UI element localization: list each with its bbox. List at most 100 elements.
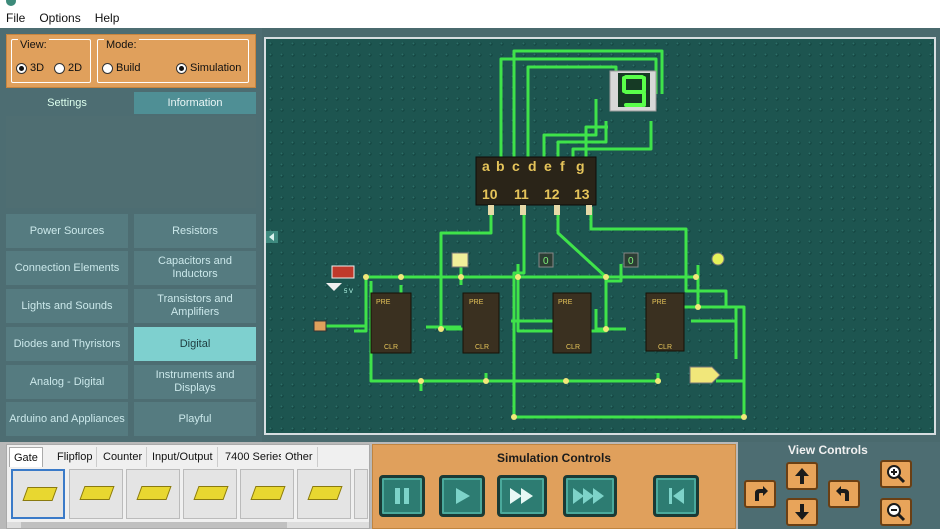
ff3-clr: CLR (566, 344, 580, 351)
pin-d: d (528, 158, 537, 174)
seven-segment-display[interactable]: 9 (609, 68, 657, 112)
part-gate-5[interactable] (240, 469, 294, 519)
category-instruments-displays[interactable]: Instruments and Displays (134, 365, 256, 399)
radio-dot[interactable] (16, 62, 27, 74)
play-button[interactable] (439, 475, 485, 517)
view-3d-radio[interactable]: 3D (16, 62, 44, 74)
radio-dot[interactable] (54, 62, 65, 74)
part-gate-6[interactable] (297, 469, 351, 519)
parts-tab-7400[interactable]: 7400 Series (221, 447, 289, 467)
probe-1-value: 0 (543, 256, 549, 267)
view-controls: View Controls (738, 442, 940, 529)
chip-icon (250, 486, 286, 500)
pin-a: a (482, 158, 490, 174)
rotate-left-button[interactable] (744, 480, 776, 508)
information-panel (6, 116, 256, 208)
title-bar (0, 0, 940, 8)
part-gate-7[interactable] (354, 469, 368, 519)
left-panel: View: 3D 2D Mode: Build Simulation Setti… (0, 28, 262, 442)
part-gate-4[interactable] (183, 469, 237, 519)
pin-g: g (576, 158, 585, 174)
chip-icon (193, 486, 229, 500)
category-resistors[interactable]: Resistors (134, 214, 256, 248)
reset-button[interactable] (653, 475, 699, 517)
rotate-right-button[interactable] (828, 480, 860, 508)
pause-button[interactable] (379, 475, 425, 517)
fast-forward-button[interactable] (497, 475, 547, 517)
radio-dot[interactable] (176, 62, 187, 74)
clock-input[interactable] (313, 320, 327, 332)
pin-10: 10 (482, 186, 498, 202)
menu-help[interactable]: Help (95, 11, 120, 25)
category-arduino-appliances[interactable]: Arduino and Appliances (6, 402, 128, 436)
parts-tab-counter[interactable]: Counter (99, 447, 148, 467)
parts-tab-other[interactable]: Other (281, 447, 318, 467)
flip-flop-3[interactable]: PRE CLR (552, 292, 592, 354)
radio-label: 3D (30, 62, 45, 74)
zoom-in-button[interactable] (880, 460, 912, 488)
arrow-down-icon (795, 504, 809, 520)
radio-label: 2D (68, 62, 83, 74)
source-label: 5 V (344, 289, 353, 295)
arrow-up-button[interactable] (786, 462, 818, 490)
flip-flop-2[interactable]: PRE CLR (462, 292, 500, 354)
rotate-right-icon (836, 486, 849, 501)
radio-dot[interactable] (102, 62, 113, 74)
category-lights-sounds[interactable]: Lights and Sounds (6, 289, 128, 323)
part-gate-1[interactable] (11, 469, 65, 519)
pin-11: 11 (514, 186, 529, 202)
parts-tab-gate[interactable]: Gate (9, 447, 43, 467)
category-connection-elements[interactable]: Connection Elements (6, 251, 128, 285)
parts-tab-flipflop[interactable]: Flipflop (53, 447, 98, 467)
view-2d-radio[interactable]: 2D (54, 62, 82, 74)
simulation-title: Simulation Controls (497, 451, 611, 465)
mode-build-radio[interactable]: Build (102, 62, 140, 74)
category-playful[interactable]: Playful (134, 402, 256, 436)
ff2-pre: PRE (469, 299, 484, 306)
ff3-pre: PRE (558, 299, 573, 306)
led-lit[interactable] (451, 252, 469, 268)
rotate-left-icon (755, 486, 768, 501)
zoom-in-icon (887, 465, 906, 484)
led-yellow[interactable] (711, 252, 725, 266)
bottom-bar: Gate Flipflop Counter Input/Output 7400 … (0, 442, 940, 529)
view-mode-box: View: 3D 2D Mode: Build Simulation (6, 34, 256, 88)
arrow-down-button[interactable] (786, 498, 818, 526)
flip-flop-4[interactable]: PRE CLR (645, 292, 685, 352)
tab-information[interactable]: Information (134, 92, 256, 114)
part-gate-2[interactable] (69, 469, 123, 519)
parts-tab-input-output[interactable]: Input/Output (148, 447, 218, 467)
category-transistors-amplifiers[interactable]: Transistors and Amplifiers (134, 289, 256, 323)
chip-icon (22, 487, 58, 501)
flip-flop-1[interactable]: PRE CLR (370, 292, 412, 354)
zoom-out-icon (887, 503, 906, 522)
category-power-sources[interactable]: Power Sources (6, 214, 128, 248)
circuit-canvas[interactable]: 9 a b c d e f g 10 11 12 13 (264, 37, 936, 435)
pin-c: c (512, 158, 520, 174)
pause-icon (395, 488, 409, 504)
category-capacitors-inductors[interactable]: Capacitors and Inductors (134, 251, 256, 285)
fastest-forward-icon (573, 488, 604, 504)
pin-f: f (560, 158, 565, 174)
category-diodes-thyristors[interactable]: Diodes and Thyristors (6, 327, 128, 361)
radio-label: Simulation (190, 62, 242, 74)
menu-options[interactable]: Options (39, 11, 80, 25)
arrow-up-icon (795, 468, 809, 484)
probe-2-value: 0 (628, 256, 634, 267)
parts-scrollbar[interactable] (7, 522, 369, 528)
pin-13: 13 (574, 186, 590, 202)
fastest-forward-button[interactable] (563, 475, 617, 517)
scroll-thumb[interactable] (21, 522, 287, 528)
part-gate-3[interactable] (126, 469, 180, 519)
zoom-out-button[interactable] (880, 498, 912, 526)
mode-simulation-radio[interactable]: Simulation (176, 62, 241, 74)
category-analog-digital[interactable]: Analog - Digital (6, 365, 128, 399)
ff4-pre: PRE (652, 299, 667, 306)
reset-icon (669, 488, 684, 504)
ff4-clr: CLR (658, 344, 672, 351)
menu-file[interactable]: File (6, 11, 25, 25)
category-digital[interactable]: Digital (134, 327, 256, 361)
chip-icon (136, 486, 172, 500)
collapse-arrow-icon[interactable] (266, 231, 278, 243)
tab-settings[interactable]: Settings (6, 92, 128, 114)
